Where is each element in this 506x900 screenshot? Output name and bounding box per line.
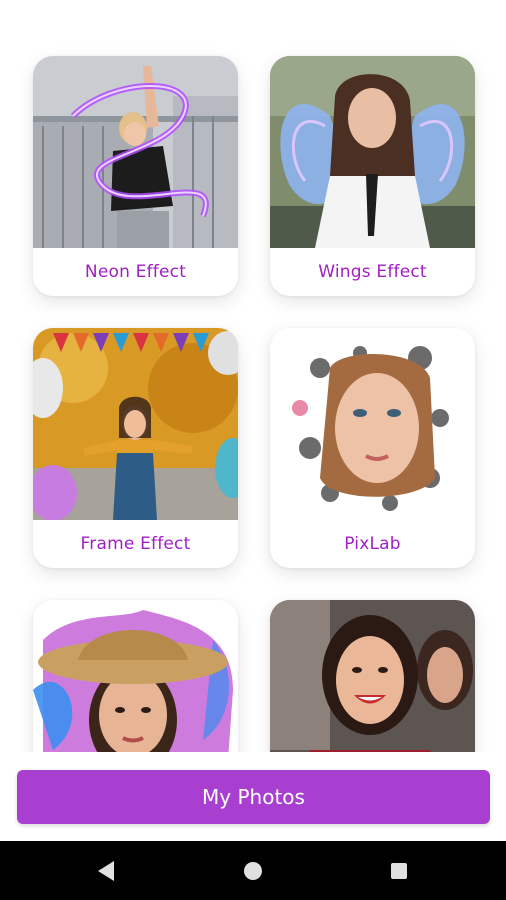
bottom-bar: My Photos bbox=[0, 752, 506, 841]
recent-apps-button[interactable] bbox=[369, 841, 429, 900]
recent-square-icon bbox=[391, 862, 407, 879]
card-label: Neon Effect bbox=[84, 262, 187, 282]
card-label: Wings Effect bbox=[318, 262, 427, 282]
card-label: PixLab bbox=[344, 534, 401, 554]
back-button[interactable] bbox=[76, 841, 136, 900]
wings-effect-thumbnail bbox=[270, 56, 475, 248]
system-nav-bar bbox=[0, 841, 506, 900]
card-hat-portrait[interactable] bbox=[33, 600, 238, 752]
card-frame-effect[interactable]: Frame Effect bbox=[33, 328, 238, 568]
effects-grid: Neon Effect Wings Effect Frame Effect Pi… bbox=[0, 0, 506, 752]
smile-portrait-thumbnail bbox=[270, 600, 475, 752]
card-neon-effect[interactable]: Neon Effect bbox=[33, 56, 238, 296]
card-pixlab[interactable]: PixLab bbox=[270, 328, 475, 568]
home-circle-icon bbox=[244, 861, 262, 880]
hat-portrait-thumbnail bbox=[33, 600, 238, 752]
neon-effect-thumbnail bbox=[33, 56, 238, 248]
pixlab-thumbnail bbox=[270, 328, 475, 520]
back-triangle-icon bbox=[98, 860, 114, 881]
card-smile-portrait[interactable] bbox=[270, 600, 475, 752]
frame-effect-thumbnail bbox=[33, 328, 238, 520]
card-label: Frame Effect bbox=[80, 534, 191, 554]
my-photos-button[interactable]: My Photos bbox=[17, 770, 490, 824]
card-wings-effect[interactable]: Wings Effect bbox=[270, 56, 475, 296]
home-button[interactable] bbox=[223, 841, 283, 900]
